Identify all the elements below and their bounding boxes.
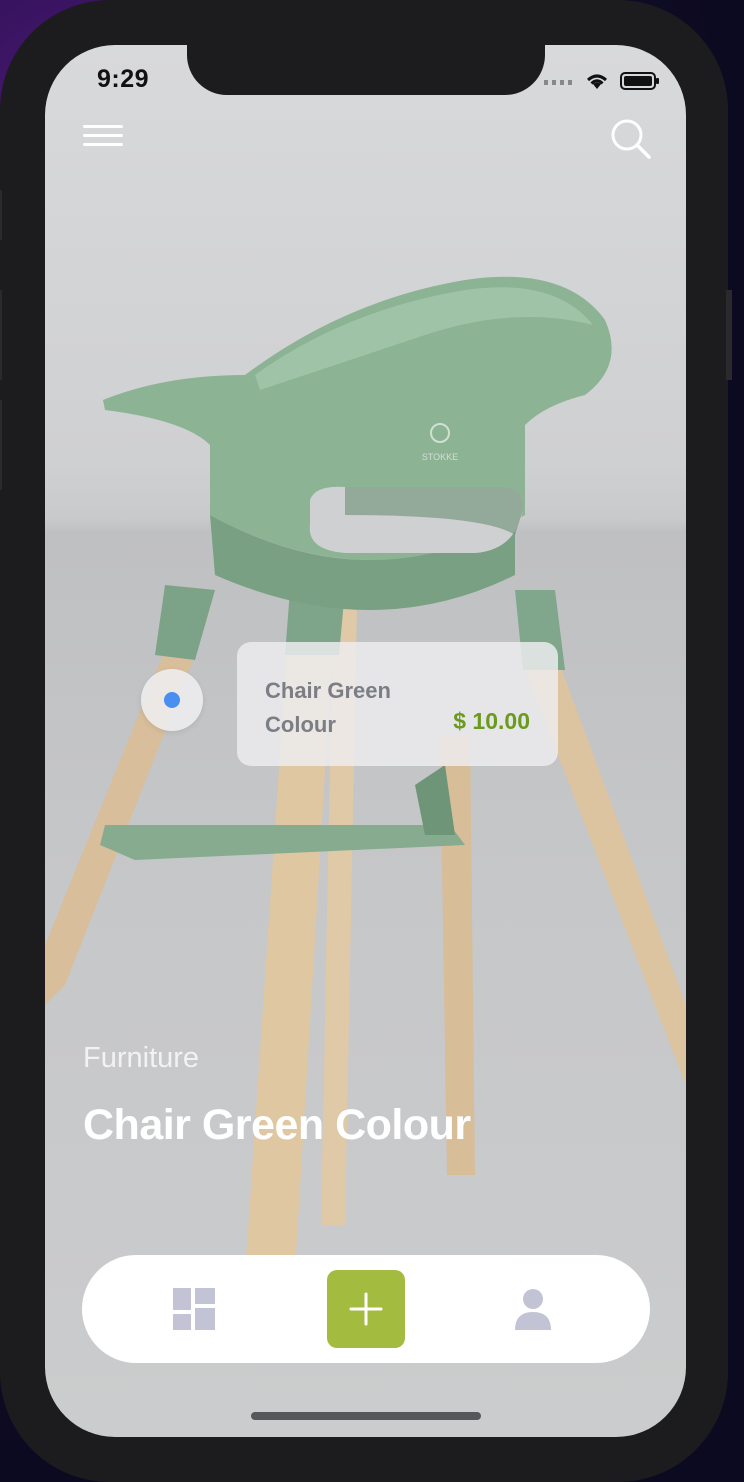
mute-switch — [0, 190, 2, 240]
phone-frame: STOKKE 9:29 Chair Green Colour $ 10.00 F… — [0, 0, 732, 1482]
menu-icon[interactable] — [83, 125, 123, 149]
app-screen: STOKKE 9:29 Chair Green Colour $ 10.00 F… — [45, 45, 686, 1437]
notch — [187, 45, 545, 95]
bottom-nav — [82, 1255, 650, 1363]
search-icon[interactable] — [609, 117, 653, 161]
volume-down-button — [0, 400, 2, 490]
signal-icon — [544, 80, 572, 85]
product-category: Furniture — [83, 1042, 200, 1074]
dashboard-icon[interactable] — [173, 1288, 215, 1330]
product-title: Chair Green Colour — [83, 1101, 471, 1149]
plus-icon — [349, 1292, 383, 1326]
volume-up-button — [0, 290, 2, 380]
tag-product-price: $ 10.00 — [453, 708, 530, 734]
product-hotspot[interactable] — [141, 669, 203, 731]
wifi-icon — [587, 74, 607, 89]
add-button[interactable] — [327, 1270, 405, 1348]
product-tag-card[interactable]: Chair Green Colour $ 10.00 — [237, 642, 558, 766]
tag-product-name: Chair Green Colour — [265, 678, 391, 737]
hotspot-dot — [164, 692, 180, 708]
svg-text:STOKKE: STOKKE — [422, 452, 458, 462]
battery-icon — [620, 72, 659, 90]
power-button — [726, 290, 732, 380]
status-time: 9:29 — [97, 65, 150, 93]
home-indicator[interactable] — [251, 1412, 481, 1420]
status-icons — [544, 71, 660, 91]
profile-icon[interactable] — [513, 1288, 553, 1330]
